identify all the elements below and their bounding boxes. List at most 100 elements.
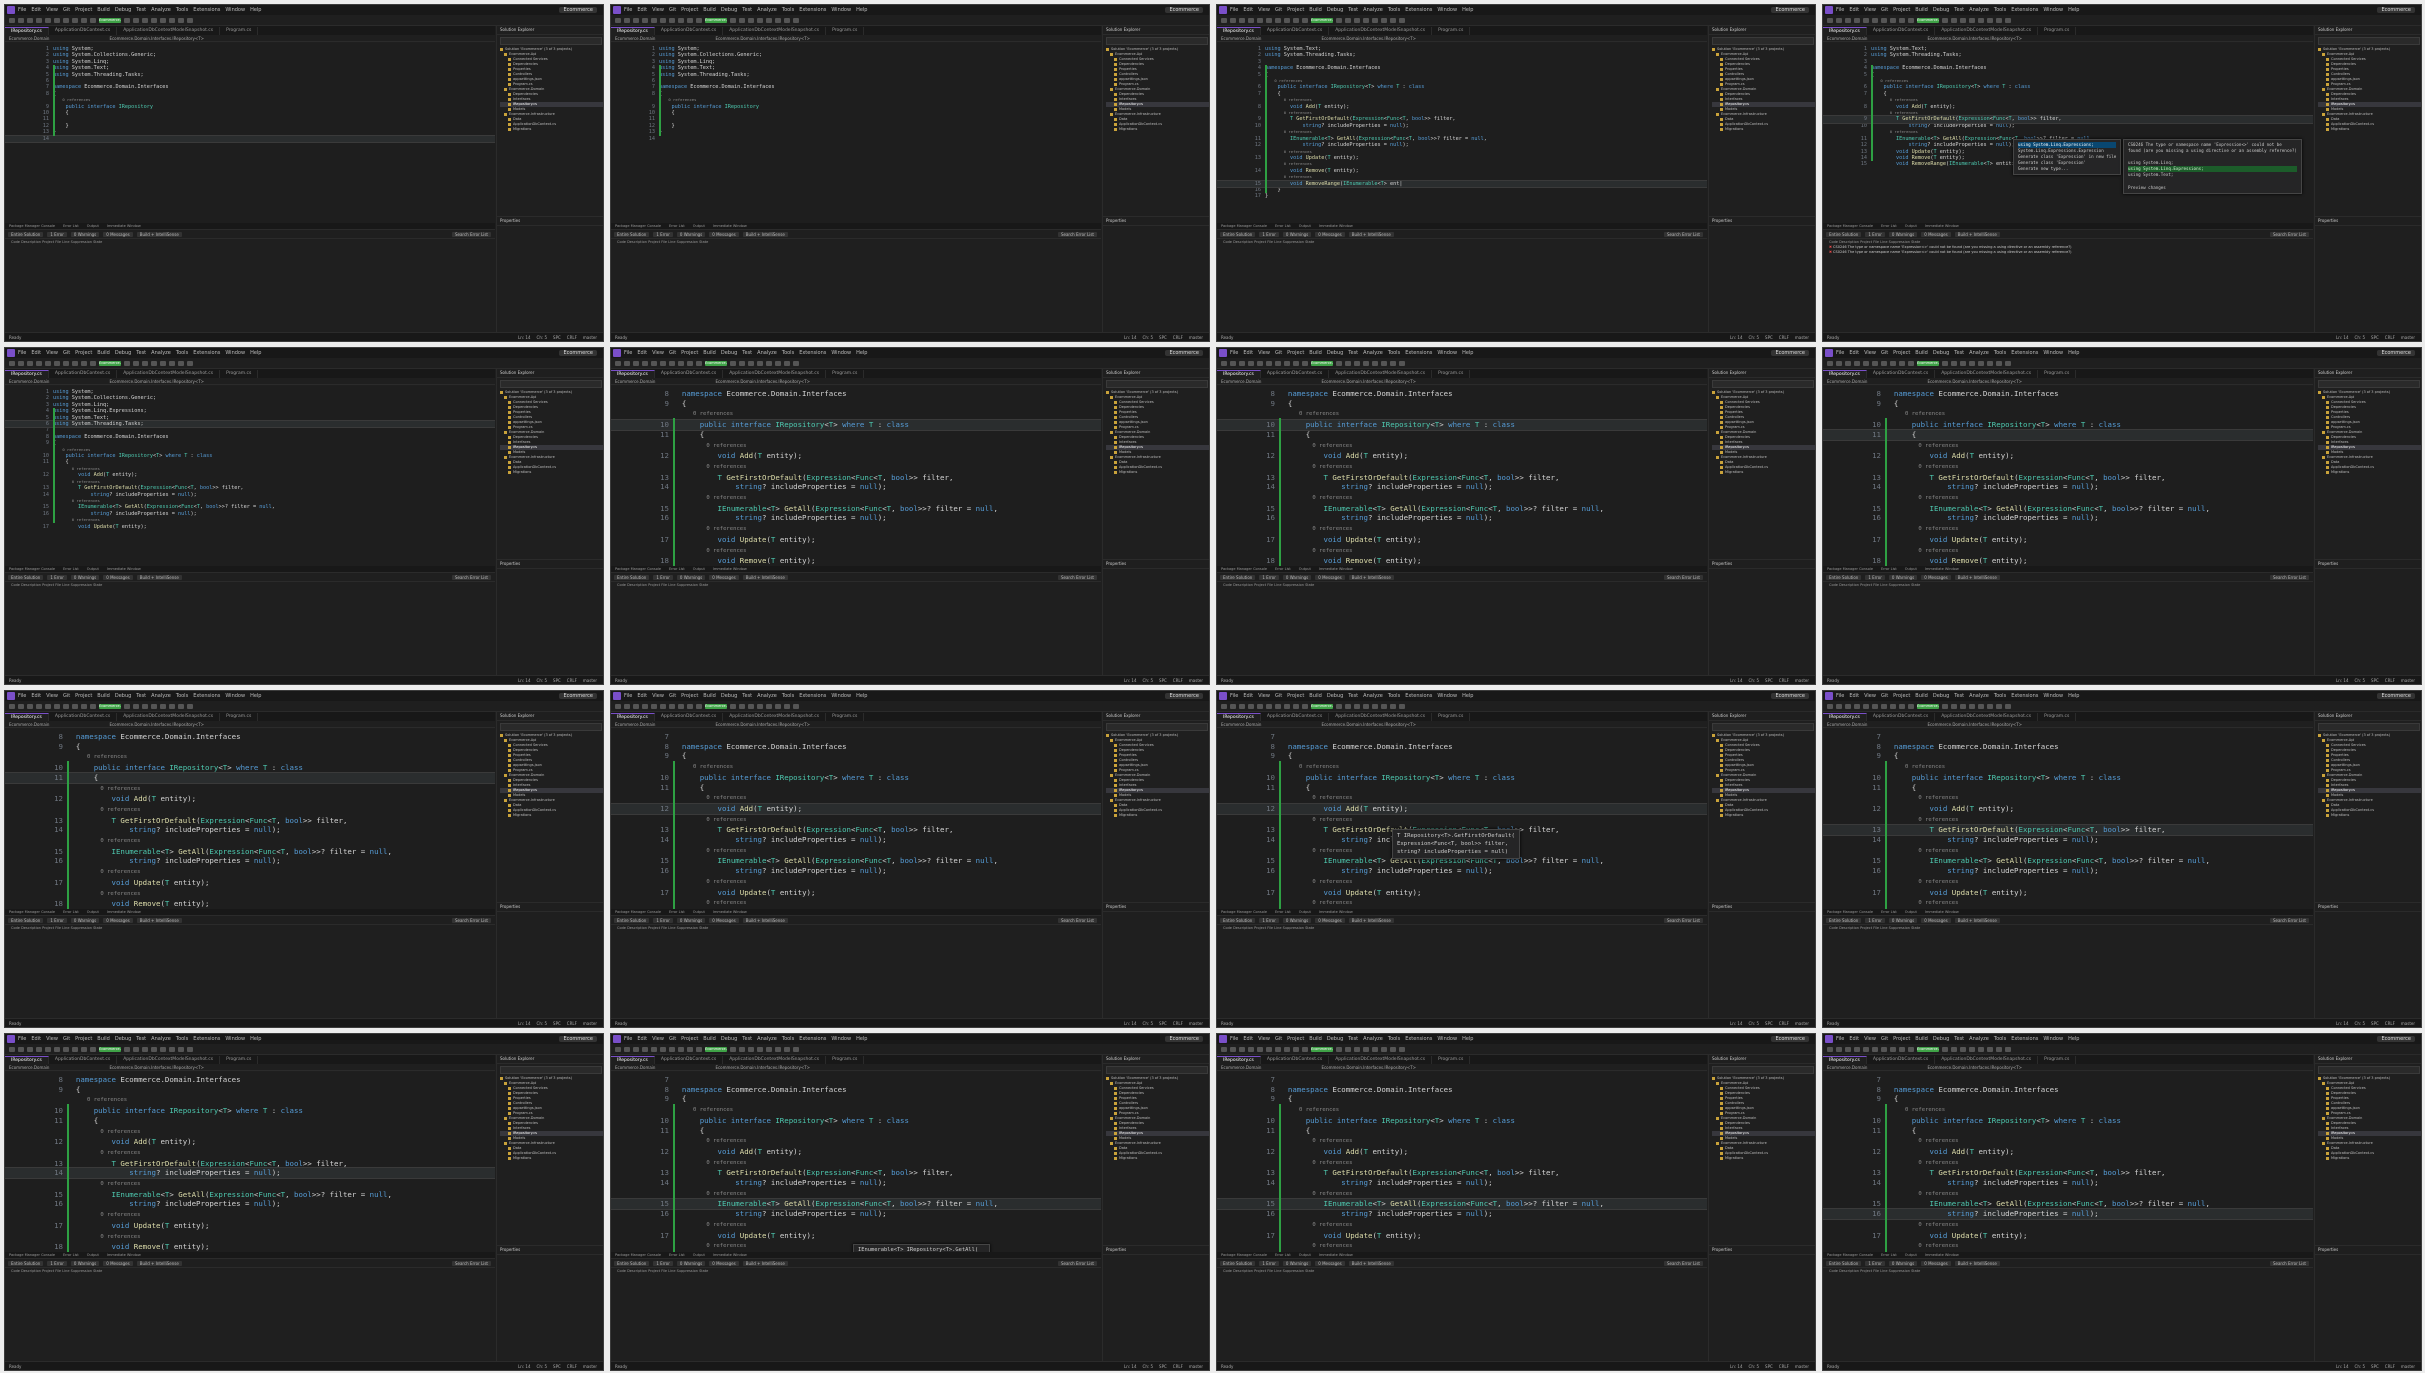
build-filter[interactable]: Build + IntelliSense: [136, 574, 182, 580]
code-line[interactable]: 13 T GetFirstOrDefault(Expression<Func<T…: [1823, 1168, 2313, 1178]
toolbar-button-icon[interactable]: [1221, 360, 1227, 366]
code-line[interactable]: 9 {: [1823, 399, 2313, 409]
menu-item[interactable]: Git: [1275, 693, 1282, 699]
toolbar-button-icon[interactable]: [1239, 17, 1245, 23]
menu-item[interactable]: Help: [856, 7, 867, 13]
menu-item[interactable]: View: [46, 1036, 58, 1042]
toolbar-button-icon[interactable]: [151, 17, 157, 23]
toolbar-button-icon[interactable]: [696, 1046, 702, 1052]
code-line[interactable]: 10 public interface IRepository<T> where…: [1823, 1116, 2313, 1126]
solution-explorer-search[interactable]: [1712, 37, 1814, 45]
menu-item[interactable]: Window: [831, 7, 851, 13]
menu-item[interactable]: Tools: [782, 7, 794, 13]
code-line[interactable]: 15 IEnumerable<T> GetAll(Expression<Func…: [611, 1198, 1101, 1211]
menu-item[interactable]: Window: [2043, 693, 2063, 699]
toolbar-button-icon[interactable]: [1390, 703, 1396, 709]
menu-item[interactable]: Debug: [1327, 7, 1343, 13]
code-line[interactable]: 9 {: [611, 399, 1101, 409]
menu-item[interactable]: Extensions: [1405, 7, 1432, 13]
menu-item[interactable]: Edit: [31, 350, 41, 356]
toolbar-button-icon[interactable]: [1390, 360, 1396, 366]
error-search-input[interactable]: Search Error List: [451, 231, 491, 237]
toolbar-button-icon[interactable]: [784, 17, 790, 23]
toolbar-button-icon[interactable]: [1951, 1046, 1957, 1052]
toolbar-button-icon[interactable]: [1257, 360, 1263, 366]
toolbar-button-icon[interactable]: [1363, 703, 1369, 709]
menu-item[interactable]: View: [46, 7, 58, 13]
toolbar-button-icon[interactable]: [1899, 703, 1905, 709]
code-line[interactable]: 13 T GetFirstOrDefault(Expression<Func<T…: [611, 473, 1101, 483]
editor-tab[interactable]: Program.cs: [220, 27, 259, 35]
toolbar-button-icon[interactable]: [72, 360, 78, 366]
nav-type-dropdown[interactable]: Ecommerce.Domain.Interfaces.IRepository<…: [1321, 722, 1416, 727]
code-line[interactable]: 11 {: [1217, 1126, 1707, 1136]
code-line[interactable]: 12 void Add(T entity);: [1217, 1147, 1707, 1157]
menu-item[interactable]: Extensions: [2011, 7, 2038, 13]
toolbar-button-icon[interactable]: [1381, 703, 1387, 709]
build-filter[interactable]: Build + IntelliSense: [136, 231, 182, 237]
menu-item[interactable]: Extensions: [2011, 350, 2038, 356]
menu-item[interactable]: Window: [225, 693, 245, 699]
menu-item[interactable]: File: [18, 693, 26, 699]
menu-item[interactable]: Tools: [1388, 693, 1400, 699]
code-editor[interactable]: 1 using System.Text; 2 using System.Threadi…: [1217, 43, 1707, 223]
toolbar-button-icon[interactable]: [1372, 360, 1378, 366]
toolbar-button-icon[interactable]: [124, 360, 130, 366]
toolbar-button-icon[interactable]: [1266, 360, 1272, 366]
build-filter[interactable]: Build + IntelliSense: [742, 917, 788, 923]
code-editor[interactable]: 1 using System.Text; 2 using System.Threadi…: [1823, 43, 2313, 223]
menu-item[interactable]: View: [1258, 7, 1270, 13]
menu-item[interactable]: Debug: [115, 693, 131, 699]
menu-item[interactable]: Help: [1462, 350, 1473, 356]
toolbar-button-icon[interactable]: [1854, 703, 1860, 709]
menu-item[interactable]: Analyze: [1363, 7, 1383, 13]
code-line[interactable]: 16 string? includeProperties = null);: [1217, 1209, 1707, 1219]
messages-filter[interactable]: 0 Messages: [1315, 574, 1345, 580]
toolbar-button-icon[interactable]: [784, 703, 790, 709]
toolbar-button-icon[interactable]: [1275, 17, 1281, 23]
toolbar-button-icon[interactable]: [642, 360, 648, 366]
code-editor[interactable]: 78 namespace Ecommerce.Domain.Interfaces…: [1217, 1072, 1707, 1252]
menu-item[interactable]: File: [624, 1036, 632, 1042]
toolbar-button-icon[interactable]: [1827, 360, 1833, 366]
code-line[interactable]: 16 string? includeProperties = null);: [1823, 866, 2313, 876]
code-line[interactable]: 15 IEnumerable<T> GetAll(Expression<Func…: [1823, 504, 2313, 514]
toolbar-button-icon[interactable]: [739, 360, 745, 366]
error-search-input[interactable]: Search Error List: [2269, 574, 2309, 580]
toolbar-button-icon[interactable]: [81, 17, 87, 23]
toolbar-button-icon[interactable]: [1881, 360, 1887, 366]
code-line[interactable]: 11 {: [1217, 430, 1707, 440]
code-line[interactable]: 17 void Update(T entity);: [5, 1221, 495, 1231]
editor-tab[interactable]: ApplicationDbContextModelSnapshot.cs: [117, 713, 221, 721]
menu-item[interactable]: Edit: [1243, 693, 1253, 699]
menu-item[interactable]: Project: [75, 7, 92, 13]
editor-tab[interactable]: IRepository.cs: [611, 370, 655, 378]
toolbar-button-icon[interactable]: [696, 703, 702, 709]
toolbar-button-icon[interactable]: [1354, 360, 1360, 366]
build-filter[interactable]: Build + IntelliSense: [136, 917, 182, 923]
toolbar-button-icon[interactable]: [142, 360, 148, 366]
error-search-input[interactable]: Search Error List: [1057, 917, 1097, 923]
menu-item[interactable]: Git: [669, 7, 676, 13]
menu-item[interactable]: Help: [1462, 1036, 1473, 1042]
code-line[interactable]: 17}: [1217, 193, 1707, 199]
menu-item[interactable]: File: [1836, 350, 1844, 356]
toolbar-button-icon[interactable]: [45, 703, 51, 709]
code-line[interactable]: 15 IEnumerable<T> GetAll(Expression<Func…: [611, 856, 1101, 866]
run-button[interactable]: Ecommerce.Api: [99, 360, 121, 366]
toolbar-button-icon[interactable]: [151, 703, 157, 709]
code-line[interactable]: 14 string? includeProperties = null);: [1823, 835, 2313, 845]
toolbar-button-icon[interactable]: [1336, 1046, 1342, 1052]
code-line[interactable]: 14 string? includeProperties = null);: [1823, 1178, 2313, 1188]
menu-item[interactable]: Build: [703, 693, 716, 699]
run-button[interactable]: Ecommerce.Api: [1311, 703, 1333, 709]
code-line[interactable]: 11 {: [611, 430, 1101, 440]
menu-item[interactable]: Build: [1309, 7, 1322, 13]
editor-tab[interactable]: ApplicationDbContext.cs: [1261, 1056, 1330, 1064]
editor-tab[interactable]: Program.cs: [1432, 27, 1471, 35]
toolbar-button-icon[interactable]: [1960, 703, 1966, 709]
toolbar-button-icon[interactable]: [1845, 703, 1851, 709]
menu-item[interactable]: Extensions: [799, 350, 826, 356]
menu-item[interactable]: Debug: [721, 350, 737, 356]
toolbar-button-icon[interactable]: [187, 360, 193, 366]
